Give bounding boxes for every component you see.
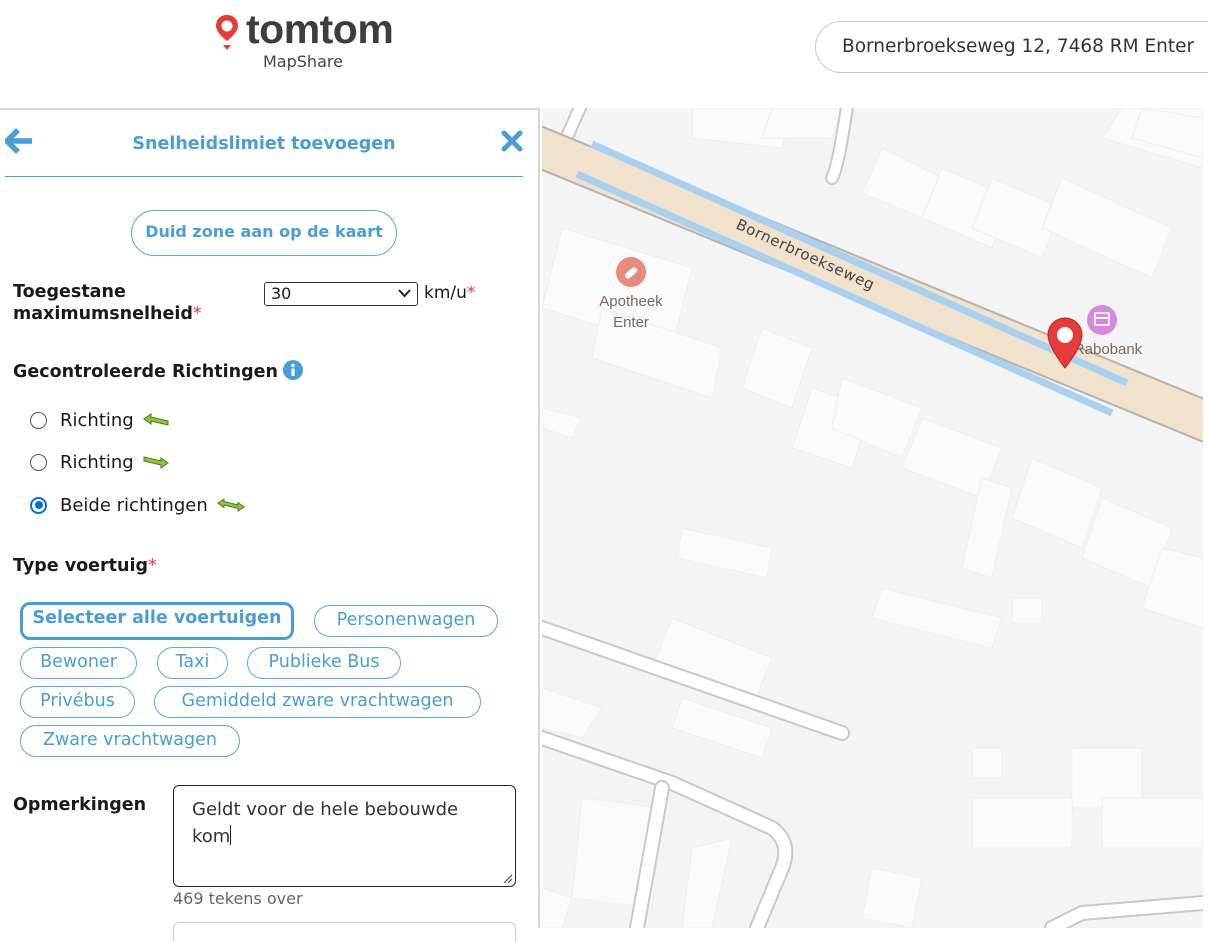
address-search-input[interactable]: Bornerbroekseweg 12, 7468 RM Enter (815, 21, 1208, 73)
close-icon[interactable] (501, 130, 523, 152)
required-mark: * (192, 304, 202, 324)
speed-limit-value: 30 (271, 284, 292, 303)
direction-label-3: Beide richtingen (60, 494, 208, 516)
required-mark: * (466, 283, 476, 303)
map-view[interactable]: Bornerbroekseweg Apotheek Enter Rabobank (542, 108, 1203, 928)
direction-radio-3[interactable] (30, 496, 47, 514)
directions-label: Gecontroleerde Richtingen (13, 360, 303, 382)
logo-wordmark: tomtom (246, 6, 394, 52)
vehicle-chip-personenwagen[interactable]: Personenwagen (314, 605, 498, 637)
resize-handle-icon[interactable] (503, 874, 513, 884)
vehicle-chip-taxi[interactable]: Taxi (157, 647, 228, 679)
logo-pin-icon (216, 15, 238, 50)
arrow-left-icon (142, 413, 169, 426)
directions-label-text: Gecontroleerde Richtingen (13, 362, 278, 382)
speed-limit-select[interactable]: 30 (264, 282, 418, 306)
direction-option-3[interactable]: Beide richtingen (30, 491, 246, 519)
speed-limit-label: Toegestane maximumsnelheid* (13, 281, 233, 325)
direction-label-2: Richting (60, 451, 134, 473)
direction-radio-2[interactable] (30, 453, 47, 471)
pharmacy-label-line1: Apotheek (599, 293, 663, 310)
vehicle-type-label-text: Type voertuig (13, 556, 149, 576)
speed-unit-text: km/u (424, 283, 467, 303)
remarks-label: Opmerkingen (13, 795, 147, 815)
vehicle-type-label: Type voertuig* (13, 556, 157, 576)
direction-radio-1[interactable] (30, 411, 47, 429)
vehicle-chip-bewoner[interactable]: Bewoner (20, 647, 137, 679)
tomtom-logo[interactable]: tomtom MapShare (212, 6, 412, 72)
edit-panel: Snelheidslimiet toevoegen Duid zone aan … (0, 108, 540, 942)
remarks-text: Geldt voor de hele bebouwde kom (192, 799, 459, 847)
arrow-right-icon (143, 456, 169, 469)
characters-remaining: 469 tekens over (173, 889, 303, 908)
speed-unit: km/u* (424, 283, 475, 303)
direction-label-1: Richting (60, 409, 134, 431)
text-caret (230, 825, 232, 845)
next-field-partial[interactable] (173, 922, 516, 942)
vehicle-chip-publieke-bus[interactable]: Publieke Bus (247, 647, 401, 679)
required-mark: * (148, 556, 157, 576)
vehicle-chip-gemiddeld-zware-vrachtwagen[interactable]: Gemiddeld zware vrachtwagen (154, 686, 481, 718)
select-all-vehicles-button[interactable]: Selecteer alle voertuigen (20, 602, 294, 640)
panel-title: Snelheidslimiet toevoegen (132, 134, 396, 154)
bank-poi[interactable]: Rabobank (1074, 305, 1143, 358)
arrow-both-icon (216, 498, 245, 512)
mark-zone-button[interactable]: Duid zone aan op de kaart (131, 210, 397, 256)
chevron-down-icon (398, 289, 411, 298)
vehicle-chip-privebus[interactable]: Privébus (20, 686, 135, 718)
pharmacy-label-line2: Enter (613, 314, 649, 331)
map-canvas[interactable]: Bornerbroekseweg Apotheek Enter Rabobank (542, 108, 1203, 928)
map-edge (1203, 108, 1208, 928)
location-pin-icon[interactable] (1046, 316, 1084, 370)
bank-label: Rabobank (1074, 341, 1143, 358)
panel-header: Snelheidslimiet toevoegen (5, 110, 523, 177)
direction-option-2[interactable]: Richting (30, 448, 170, 476)
header: tomtom MapShare Bornerbroekseweg 12, 746… (0, 0, 1208, 108)
logo-subtitle: MapShare (263, 52, 343, 71)
speed-limit-label-text: Toegestane maximumsnelheid (13, 282, 193, 324)
direction-option-1[interactable]: Richting (30, 406, 170, 434)
remarks-textarea[interactable]: Geldt voor de hele bebouwde kom (173, 785, 516, 887)
vehicle-chip-zware-vrachtwagen[interactable]: Zware vrachtwagen (20, 725, 240, 757)
info-icon[interactable] (282, 360, 303, 380)
